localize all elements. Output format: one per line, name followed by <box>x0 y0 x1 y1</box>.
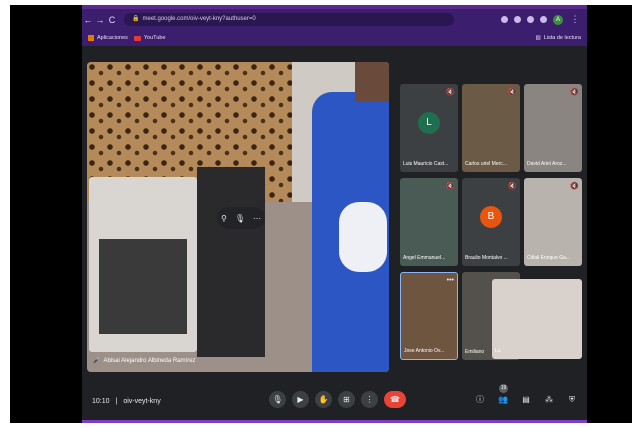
avatar: L <box>418 112 440 134</box>
forward-button[interactable]: → <box>94 15 106 25</box>
meet-control-bar: 10:10 | oiv-veyt-kny 🎙 ▶ ✋ ⊞ ⋮ ☎ ⓘ 👥 19 ▤… <box>82 379 587 423</box>
main-video-tile[interactable]: ⚲ 🎙 ⋯ 🎤 Abisai Alejandro Albineda Ramíre… <box>87 62 389 372</box>
star-icon[interactable] <box>527 16 534 23</box>
participant-tile[interactable]: 🔇 Carlos uriel Merc... <box>462 84 520 172</box>
camera-button[interactable]: ▶ <box>292 391 309 408</box>
meeting-code: oiv-veyt-kny <box>123 397 161 405</box>
participant-tile[interactable]: 🔇 Citlali Enrique Ga... <box>524 178 582 266</box>
participant-count-badge: 19 <box>499 384 508 393</box>
person-head <box>355 62 389 102</box>
meet-window: ⚲ 🎙 ⋯ 🎤 Abisai Alejandro Albineda Ramíre… <box>82 46 587 423</box>
call-controls: 🎙 ▶ ✋ ⊞ ⋮ ☎ <box>269 391 406 408</box>
mic-off-icon: 🔇 <box>570 89 579 96</box>
bookmark-apps[interactable]: Aplicaciones <box>88 35 128 41</box>
bookmark-youtube-label: YouTube <box>143 35 166 41</box>
crt-monitor <box>89 177 197 352</box>
meeting-info: 10:10 | oiv-veyt-kny <box>92 398 161 405</box>
participant-tile[interactable]: 🔇 Angel Emmanuel... <box>400 178 458 266</box>
activities-button[interactable]: ⁂ <box>542 391 556 408</box>
more-icon[interactable]: ⋯ <box>253 214 261 223</box>
present-button[interactable]: ⊞ <box>338 391 355 408</box>
more-options-button[interactable]: ⋮ <box>361 391 378 408</box>
apps-icon <box>88 35 94 41</box>
share-icon[interactable] <box>514 16 521 23</box>
browser-toolbar: ← → C 🔒 meet.google.com/oiv-veyt-kny?auth… <box>82 9 587 30</box>
bookmark-youtube[interactable]: YouTube <box>133 35 166 41</box>
avatar: B <box>480 206 502 228</box>
end-call-button[interactable]: ☎ <box>384 391 406 408</box>
reload-button[interactable]: C <box>106 15 118 25</box>
pc-tower <box>197 167 265 357</box>
browser-menu-icon[interactable]: ⋮ <box>569 14 581 25</box>
url-text: meet.google.com/oiv-veyt-kny?authuser=0 <box>142 16 256 22</box>
main-tile-name: 🎤 Abisai Alejandro Albineda Ramírez <box>93 357 196 365</box>
back-button[interactable]: ← <box>82 15 94 25</box>
speaking-icon: ••• <box>446 277 454 284</box>
mic-off-icon: 🔇 <box>508 183 517 190</box>
participant-name: Lu <box>495 348 501 354</box>
participant-tile[interactable]: ••• Jose Antonio Ov... <box>400 272 458 360</box>
extension-icons: A ⋮ <box>501 14 587 25</box>
sweater-print <box>339 202 387 272</box>
mic-icon: 🎤 <box>93 358 101 364</box>
bottom-accent-line <box>82 420 587 423</box>
microphone-button[interactable]: 🎙 <box>269 391 286 408</box>
participant-tile[interactable]: 🔇 L Luis Mauricio Cast... <box>400 84 458 172</box>
mic-off-icon: 🔇 <box>570 183 579 190</box>
mic-off-icon: 🔇 <box>446 183 455 190</box>
meeting-time: 10:10 <box>92 397 110 405</box>
profile-avatar[interactable]: A <box>553 14 563 25</box>
participant-name: David Ariel Aroz... <box>527 161 567 167</box>
participant-tile[interactable]: Lu <box>492 279 582 359</box>
screen: ← → C 🔒 meet.google.com/oiv-veyt-kny?auth… <box>10 5 632 423</box>
reading-list-label: Lista de lectura <box>543 35 581 41</box>
side-panel-controls: ⓘ 👥 19 ▤ ⁂ ⛨ <box>473 384 579 408</box>
mic-off-icon: 🔇 <box>508 89 517 96</box>
camera-icon[interactable] <box>501 16 508 23</box>
participant-name: Carlos uriel Merc... <box>465 161 507 167</box>
tile-controls: ⚲ 🎙 ⋯ <box>217 207 265 229</box>
participant-name: Jose Antonio Ov... <box>404 348 445 354</box>
participant-tile[interactable]: 🔇 B Braulio Montalvo ... <box>462 178 520 266</box>
raise-hand-button[interactable]: ✋ <box>315 391 332 408</box>
participant-tile[interactable]: 🔇 David Ariel Aroz... <box>524 84 582 172</box>
info-button[interactable]: ⓘ <box>473 391 487 408</box>
main-tile-name-text: Abisai Alejandro Albineda Ramírez <box>103 357 196 364</box>
youtube-icon <box>133 35 141 41</box>
reading-list[interactable]: ▥ Lista de lectura <box>535 35 581 41</box>
address-bar[interactable]: 🔒 meet.google.com/oiv-veyt-kny?authuser=0 <box>124 13 454 26</box>
bookmarks-bar: Aplicaciones YouTube ▥ Lista de lectura <box>82 30 587 46</box>
participant-name: Luis Mauricio Cast... <box>403 161 449 167</box>
participant-name: Citlali Enrique Ga... <box>527 255 571 261</box>
people-button[interactable]: 👥 19 <box>496 384 510 408</box>
participant-name: Angel Emmanuel... <box>403 255 446 261</box>
participant-name: Emiliano <box>465 349 485 355</box>
pin-icon[interactable]: ⚲ <box>221 214 227 223</box>
mic-off-icon: 🔇 <box>446 89 455 96</box>
lock-icon: 🔒 <box>132 16 140 22</box>
mute-icon[interactable]: 🎙 <box>235 214 245 223</box>
host-controls-button[interactable]: ⛨ <box>565 391 579 408</box>
chat-button[interactable]: ▤ <box>519 391 533 408</box>
reading-list-icon: ▥ <box>535 35 541 41</box>
extension-icon[interactable] <box>540 16 547 23</box>
meeting-code-separator: | <box>115 397 118 405</box>
participant-name: Braulio Montalvo ... <box>465 255 508 261</box>
bookmark-apps-label: Aplicaciones <box>97 35 128 41</box>
